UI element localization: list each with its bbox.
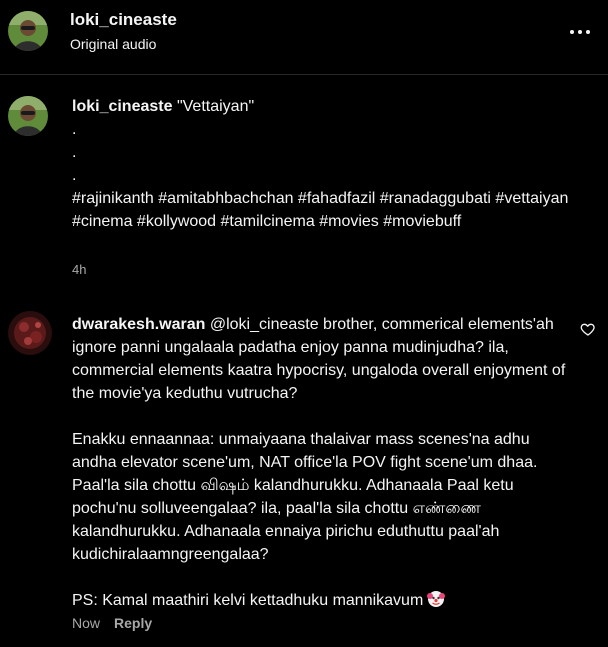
comment-meta: Now Reply [72,615,152,631]
author-username[interactable]: loki_cineaste [70,10,177,30]
commenter-username[interactable]: dwarakesh.waran [72,316,205,333]
divider [0,74,608,75]
author-avatar[interactable] [8,11,48,51]
comment-timestamp: Now [72,615,101,631]
clown-face-icon [427,590,446,608]
heart-outline-icon[interactable] [580,321,596,337]
caption-body: "Vettaiyan" . . . #rajinikanth #amitabhb… [72,98,569,230]
caption-avatar[interactable] [8,96,48,136]
post-header: loki_cineaste Original audio [0,0,608,74]
reply-button[interactable]: Reply [114,615,152,631]
comment-text: dwarakesh.waran @loki_cineaste brother, … [72,313,577,612]
caption-username[interactable]: loki_cineaste [72,98,173,115]
caption-timestamp: 4h [72,262,87,277]
commenter-avatar[interactable] [8,311,52,355]
more-horizontal-icon[interactable] [570,22,590,42]
comment-body: @loki_cineaste brother, commerical eleme… [72,316,566,609]
audio-label[interactable]: Original audio [70,36,156,52]
caption-text: loki_cineaste "Vettaiyan" . . . #rajinik… [72,95,582,233]
